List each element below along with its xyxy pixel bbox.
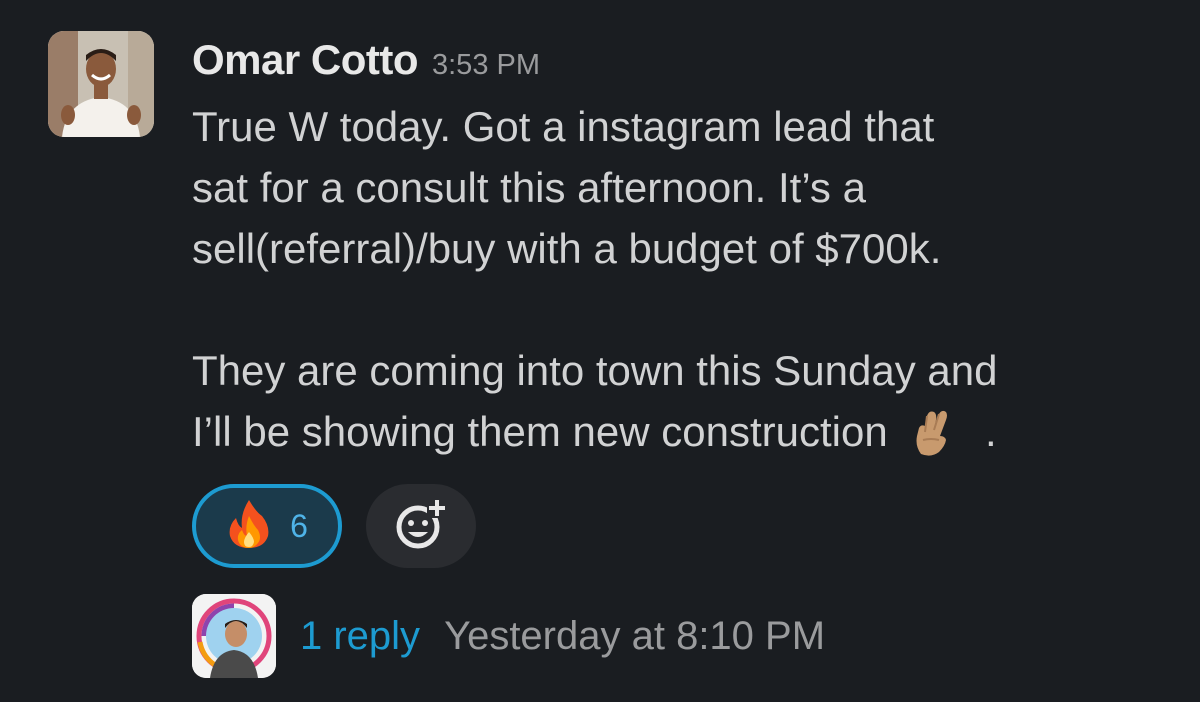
message-line: sell(referral)/buy with a budget of $700… bbox=[192, 225, 942, 272]
add-emoji-icon bbox=[393, 496, 449, 557]
message-line-with-emoji: I’ll be showing them new construction . bbox=[192, 401, 1182, 462]
reply-avatar[interactable] bbox=[192, 594, 276, 678]
author-name[interactable]: Omar Cotto bbox=[192, 36, 419, 84]
last-reply-time: Yesterday at 8:10 PM bbox=[444, 613, 826, 658]
thread-summary[interactable]: 1 reply Yesterday at 8:10 PM bbox=[192, 594, 825, 678]
author-avatar[interactable] bbox=[48, 31, 154, 137]
reactions-bar: 6 bbox=[192, 484, 476, 568]
message-line: They are coming into town this Sunday an… bbox=[192, 347, 998, 394]
avatar-photo bbox=[48, 31, 154, 137]
message-line: True W today. Got a instagram lead that bbox=[192, 103, 935, 150]
crossed-fingers-emoji bbox=[909, 406, 955, 456]
message-line-text: I’ll be showing them new construction bbox=[192, 408, 888, 455]
reaction-fire[interactable]: 6 bbox=[192, 484, 342, 568]
message-line: sat for a consult this afternoon. It’s a bbox=[192, 164, 866, 211]
reply-count-link[interactable]: 1 reply bbox=[300, 614, 420, 659]
reply-avatar-photo bbox=[192, 594, 276, 678]
message-timestamp[interactable]: 3:53 PM bbox=[432, 49, 540, 82]
message-header: Omar Cotto 3:53 PM bbox=[192, 36, 540, 92]
message-body: True W today. Got a instagram lead that … bbox=[192, 96, 1182, 462]
reaction-count: 6 bbox=[290, 507, 308, 544]
fire-emoji bbox=[226, 498, 272, 555]
message: Omar Cotto 3:53 PM True W today. Got a i… bbox=[0, 0, 1200, 702]
message-line-end: . bbox=[985, 408, 997, 455]
add-reaction-button[interactable] bbox=[366, 484, 476, 568]
